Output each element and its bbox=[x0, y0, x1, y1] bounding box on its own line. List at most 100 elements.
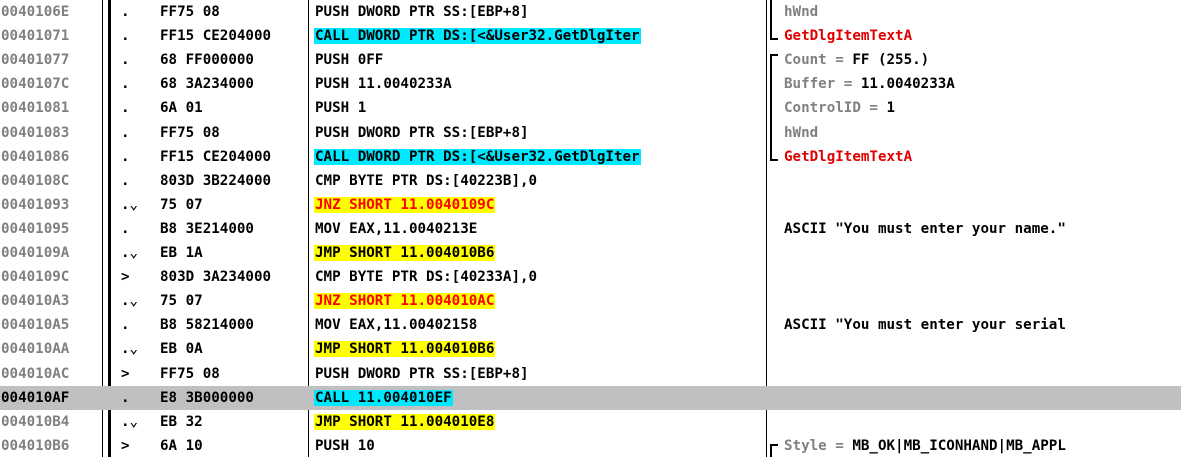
instruction-text: PUSH 11.0040233A bbox=[315, 76, 452, 93]
hex-dump-cell: 68 FF000000 bbox=[160, 52, 254, 69]
flow-marker: . bbox=[121, 389, 130, 406]
comment-cell: hWnd bbox=[784, 121, 1181, 145]
flow-marker: . bbox=[121, 172, 130, 189]
address-cell: 0040106E bbox=[1, 4, 70, 20]
flow-marker: . bbox=[121, 100, 130, 117]
flow-marker: . bbox=[121, 4, 130, 20]
disasm-row[interactable]: 00401077. 68 FF000000 PUSH 0FF Count = FF (… bbox=[0, 48, 1181, 72]
instruction-text: CALL DWORD PTR DS:[<&User32.GetDlgIter bbox=[314, 28, 641, 45]
hex-dump-cell: FF75 08 bbox=[160, 4, 220, 20]
flow-marker: . bbox=[121, 76, 130, 93]
instruction-cell: CALL 11.004010EF bbox=[314, 386, 766, 410]
instruction-cell: PUSH 10 bbox=[314, 434, 766, 458]
flow-marker: > bbox=[121, 437, 130, 454]
disasm-row[interactable]: 00401086. FF15 CE204000 CALL DWORD PTR DS:… bbox=[0, 145, 1181, 169]
disasm-row[interactable]: 0040106E. FF75 08 PUSH DWORD PTR SS:[EBP+8… bbox=[0, 0, 1181, 24]
instruction-text: PUSH DWORD PTR SS:[EBP+8] bbox=[315, 365, 529, 382]
address-cell: 004010A3 bbox=[1, 293, 70, 310]
disasm-row[interactable]: 0040109C >803D 3A234000 CMP BYTE PTR DS:[4… bbox=[0, 265, 1181, 289]
flow-marker: > bbox=[121, 365, 130, 382]
instruction-cell: CALL DWORD PTR DS:[<&User32.GetDlgIter bbox=[314, 145, 766, 169]
address-cell: 004010B6 bbox=[1, 437, 70, 454]
address-cell: 00401071 bbox=[1, 28, 70, 45]
instruction-text: PUSH 1 bbox=[315, 100, 367, 117]
hex-dump-cell: 6A 01 bbox=[160, 100, 203, 117]
comment-text: Buffer = bbox=[784, 76, 861, 93]
instruction-cell: JMP SHORT 11.004010B6 bbox=[314, 241, 766, 265]
address-cell: 0040107C bbox=[1, 76, 70, 93]
address-cell: 004010A5 bbox=[1, 317, 70, 334]
disasm-row[interactable]: 00401083. FF75 08 PUSH DWORD PTR SS:[EBP+8… bbox=[0, 121, 1181, 145]
instruction-text: PUSH 0FF bbox=[315, 52, 384, 69]
comment-cell bbox=[784, 169, 1181, 193]
hex-dump-cell: EB 1A bbox=[160, 245, 203, 261]
instruction-text: CALL DWORD PTR DS:[<&User32.GetDlgIter bbox=[314, 148, 641, 165]
comment-text: ControlID = bbox=[784, 100, 887, 117]
disasm-row[interactable]: 004010B4 .⌄ EB 32 JMP SHORT 11.004010E8 bbox=[0, 410, 1181, 434]
address-cell: 00401086 bbox=[1, 148, 70, 165]
instruction-text: PUSH DWORD PTR SS:[EBP+8] bbox=[315, 4, 529, 20]
hex-dump-cell: B8 58214000 bbox=[160, 317, 254, 334]
disasm-row[interactable]: 004010AF. E8 3B000000 CALL 11.004010EF bbox=[0, 385, 1181, 410]
comment-cell: ASCII "You must enter your serial bbox=[784, 313, 1181, 337]
instruction-text: JNZ SHORT 11.0040109C bbox=[314, 196, 496, 213]
disasm-row[interactable]: 004010AC > FF75 08 PUSH DWORD PTR SS:[EBP+8… bbox=[0, 362, 1181, 386]
disasm-row[interactable]: 004010A5. B8 58214000 MOV EAX,11.00402158 A… bbox=[0, 313, 1181, 337]
disasm-row[interactable]: 004010A3 .⌄ 75 07 JNZ SHORT 11.004010AC bbox=[0, 289, 1181, 313]
instruction-text: JMP SHORT 11.004010E8 bbox=[314, 413, 496, 430]
hex-dump-cell: 803D 3A234000 bbox=[160, 269, 272, 286]
hex-dump-cell: EB 32 bbox=[160, 413, 203, 430]
hex-dump-cell: EB 0A bbox=[160, 341, 203, 358]
comment-text: ASCII "You must enter your name." bbox=[784, 220, 1066, 237]
api-args-bracket-start bbox=[770, 54, 778, 57]
comment-cell: GetDlgItemTextA bbox=[784, 24, 1181, 48]
hex-dump-cell: FF75 08 bbox=[160, 365, 220, 382]
api-args-bracket-start bbox=[770, 443, 778, 446]
disasm-row[interactable]: 00401095. B8 3E214000 MOV EAX,11.0040213E A… bbox=[0, 217, 1181, 241]
instruction-cell: CMP BYTE PTR DS:[40233A],0 bbox=[314, 265, 766, 289]
disasm-row[interactable]: 0040107C. 68 3A234000 PUSH 11.0040233A Buff… bbox=[0, 72, 1181, 96]
disasm-row[interactable]: 00401071. FF15 CE204000 CALL DWORD PTR DS:… bbox=[0, 24, 1181, 48]
comment-text: GetDlgItemTextA bbox=[784, 28, 913, 45]
hex-dump-cell: 75 07 bbox=[160, 196, 203, 213]
instruction-cell: PUSH 1 bbox=[314, 96, 766, 120]
disasm-row[interactable]: 004010B6 >6A 10 PUSH 10 Style = MB_OK|MB_IC… bbox=[0, 434, 1181, 458]
disasm-row[interactable]: 00401093 .⌄ 75 07 JNZ SHORT 11.0040109C bbox=[0, 193, 1181, 217]
instruction-text: JNZ SHORT 11.004010AC bbox=[314, 293, 496, 310]
address-cell: 0040109C bbox=[1, 269, 70, 286]
flow-marker: . bbox=[121, 148, 130, 165]
hex-dump-cell: B8 3E214000 bbox=[160, 220, 254, 237]
flow-marker: > bbox=[121, 269, 130, 286]
comment-text: ASCII "You must enter your serial bbox=[784, 317, 1066, 334]
disassembly-pane[interactable]: 0040106E. FF75 08 PUSH DWORD PTR SS:[EBP+8… bbox=[0, 0, 1181, 457]
hex-dump-cell: 6A 10 bbox=[160, 437, 203, 454]
flow-marker: . bbox=[121, 28, 130, 45]
disasm-row[interactable]: 0040108C. 803D 3B224000 CMP BYTE PTR DS:[4… bbox=[0, 169, 1181, 193]
api-args-bracket bbox=[770, 54, 772, 161]
disasm-row[interactable]: 004010AA .⌄ EB 0A JMP SHORT 11.004010B6 bbox=[0, 337, 1181, 361]
address-cell: 00401077 bbox=[1, 52, 70, 69]
disasm-row[interactable]: 00401081. 6A 01 PUSH 1 ControlID = 1 bbox=[0, 96, 1181, 120]
flow-marker: . bbox=[121, 220, 130, 237]
address-cell: 00401093 bbox=[1, 196, 70, 213]
instruction-cell: PUSH 11.0040233A bbox=[314, 72, 766, 96]
comment-cell: Buffer = 11.0040233A bbox=[784, 72, 1181, 96]
instruction-text: PUSH DWORD PTR SS:[EBP+8] bbox=[315, 124, 529, 141]
disasm-row[interactable]: 0040109A .⌄ EB 1A JMP SHORT 11.004010B6 bbox=[0, 241, 1181, 265]
comment-cell: GetDlgItemTextA bbox=[784, 145, 1181, 169]
address-cell: 004010AF bbox=[1, 389, 70, 406]
instruction-cell: CMP BYTE PTR DS:[40223B],0 bbox=[314, 169, 766, 193]
comment-cell: Count = FF (255.) bbox=[784, 48, 1181, 72]
hex-dump-cell: 68 3A234000 bbox=[160, 76, 254, 93]
instruction-text: MOV EAX,11.00402158 bbox=[315, 317, 478, 334]
instruction-cell: PUSH DWORD PTR SS:[EBP+8] bbox=[314, 121, 766, 145]
comment-cell bbox=[784, 265, 1181, 289]
comment-value: 11.0040233A bbox=[860, 76, 955, 93]
instruction-text: JMP SHORT 11.004010B6 bbox=[314, 341, 496, 358]
hex-dump-cell: FF15 CE204000 bbox=[160, 148, 272, 165]
address-cell: 004010B4 bbox=[1, 413, 70, 430]
api-args-bracket-end bbox=[770, 158, 778, 161]
api-args-bracket bbox=[770, 0, 772, 41]
comment-cell bbox=[784, 410, 1181, 434]
address-cell: 004010AA bbox=[1, 341, 70, 358]
